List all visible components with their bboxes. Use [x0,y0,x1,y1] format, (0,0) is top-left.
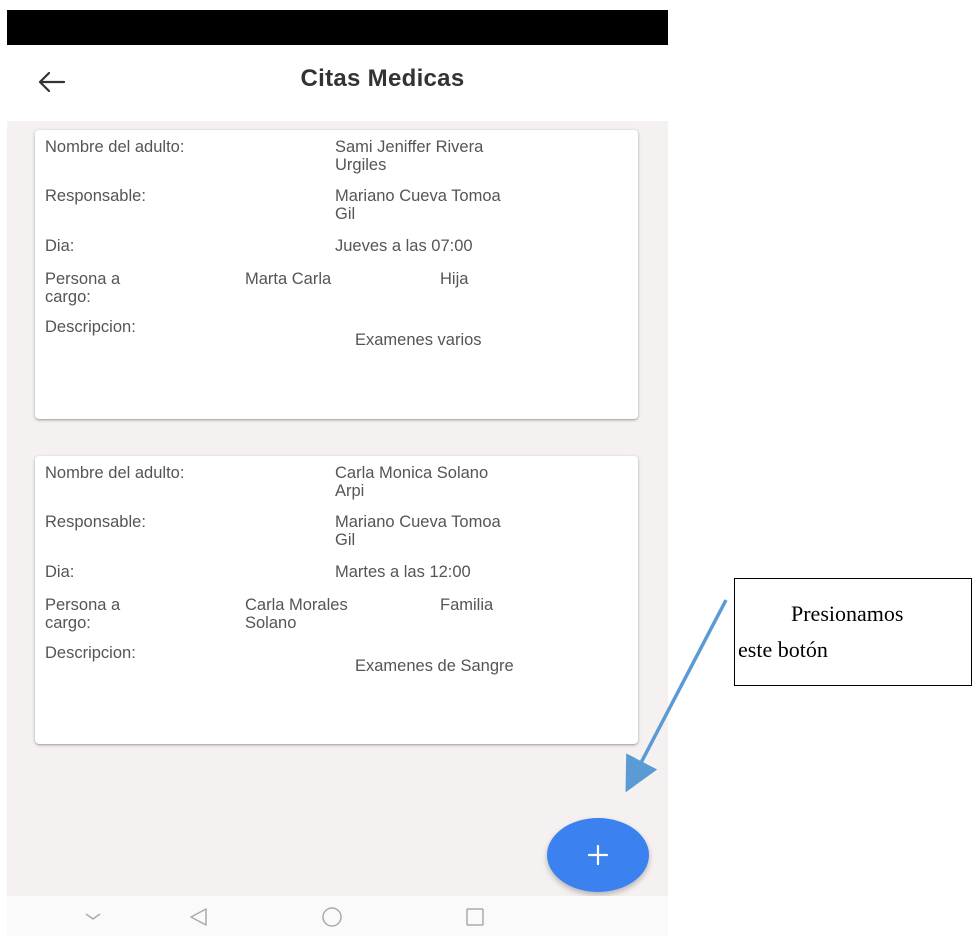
relationship-value: Hija [440,270,469,288]
adult-name-line2: Arpi [335,482,365,500]
adult-name-label: Nombre del adulto: [45,464,185,482]
description-label: Descripcion: [45,318,136,336]
appointment-card[interactable]: Nombre del adulto: Sami Jeniffer Rivera … [35,130,638,419]
back-triangle-icon[interactable] [187,906,209,928]
callout-line1: Presionamos [791,601,904,626]
adult-name-line1: Carla Monica Solano [335,464,489,482]
page-title: Citas Medicas [300,65,465,92]
responsible-label: Responsable: [45,513,146,531]
person-in-charge-label-line2: cargo: [45,288,91,306]
add-appointment-button[interactable] [547,818,649,892]
adult-name-line1: Sami Jeniffer Rivera [335,138,484,156]
person-in-charge-label-line1: Persona a [45,596,121,614]
status-bar [7,10,668,45]
day-value: Martes a las 12:00 [335,563,471,581]
relationship-value: Familia [440,596,494,614]
person-in-charge-label-line1: Persona a [45,270,121,288]
adult-name-line2: Urgiles [335,156,387,174]
appointment-card[interactable]: Nombre del adulto: Carla Monica Solano A… [35,456,638,744]
adult-name-label: Nombre del adulto: [45,138,185,156]
person-in-charge-name-line2: Solano [245,614,297,632]
phone-screen: Citas Medicas Nombre del adulto: Sami Je… [7,10,668,936]
person-in-charge-name-line1: Marta Carla [245,270,332,288]
description-label: Descripcion: [45,644,136,662]
recents-square-icon[interactable] [464,906,486,928]
day-label: Dia: [45,237,75,255]
app-bar: Citas Medicas [7,45,668,121]
responsible-line1: Mariano Cueva Tomoa [335,187,501,205]
responsible-line2: Gil [335,531,356,549]
system-nav-bar [7,896,668,936]
description-value: Examenes de Sangre [355,657,514,675]
description-value: Examenes varios [355,331,482,349]
responsible-line2: Gil [335,205,356,223]
day-label: Dia: [45,563,75,581]
hide-keyboard-icon[interactable] [83,906,103,926]
annotation-callout: Presionamos este botón [734,578,972,686]
plus-icon [587,844,609,866]
responsible-line1: Mariano Cueva Tomoa [335,513,501,531]
responsible-label: Responsable: [45,187,146,205]
callout-line2: este botón [738,637,828,662]
home-circle-icon[interactable] [321,906,343,928]
day-value: Jueves a las 07:00 [335,237,473,255]
person-in-charge-name-line1: Carla Morales [245,596,348,614]
person-in-charge-label-line2: cargo: [45,614,91,632]
